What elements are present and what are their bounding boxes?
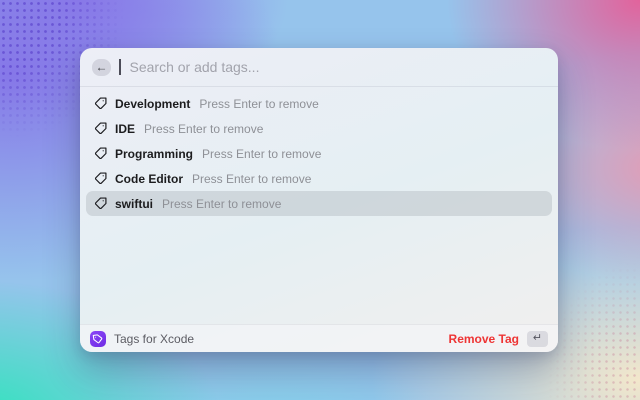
tag-remove-hint: Press Enter to remove	[162, 197, 281, 211]
tag-icon	[94, 147, 107, 160]
tag-row[interactable]: IDE Press Enter to remove	[86, 116, 552, 141]
back-arrow-icon: ←	[96, 61, 108, 73]
tag-remove-hint: Press Enter to remove	[199, 97, 318, 111]
tag-list: Development Press Enter to remove IDE Pr…	[80, 87, 558, 216]
tag-icon	[94, 197, 107, 210]
tag-remove-hint: Press Enter to remove	[202, 147, 321, 161]
tags-command-window: ← Search or add tags... Development Pres…	[80, 48, 558, 352]
tag-row[interactable]: swiftui Press Enter to remove	[86, 191, 552, 216]
tag-row[interactable]: Code Editor Press Enter to remove	[86, 166, 552, 191]
tag-remove-hint: Press Enter to remove	[192, 172, 311, 186]
remove-tag-action[interactable]: Remove Tag ↵	[449, 331, 548, 347]
tag-name: Code Editor	[115, 172, 183, 186]
tag-name: Development	[115, 97, 190, 111]
tag-icon	[94, 97, 107, 110]
app-icon	[90, 331, 106, 347]
back-button[interactable]: ←	[92, 59, 111, 76]
tag-icon	[94, 172, 107, 185]
search-bar[interactable]: ← Search or add tags...	[80, 48, 558, 86]
desktop-wallpaper: ← Search or add tags... Development Pres…	[0, 0, 640, 400]
enter-key-icon: ↵	[527, 331, 548, 347]
tag-name: IDE	[115, 122, 135, 136]
text-caret	[119, 59, 121, 75]
tag-remove-hint: Press Enter to remove	[144, 122, 263, 136]
footer-bar: Tags for Xcode Remove Tag ↵	[80, 324, 558, 352]
search-input-placeholder[interactable]: Search or add tags...	[130, 59, 260, 75]
empty-results-area	[80, 216, 558, 324]
app-name-label: Tags for Xcode	[114, 332, 194, 346]
remove-tag-label: Remove Tag	[449, 332, 519, 346]
tag-name: swiftui	[115, 197, 153, 211]
tag-name: Programming	[115, 147, 193, 161]
tag-icon	[94, 122, 107, 135]
tag-row[interactable]: Programming Press Enter to remove	[86, 141, 552, 166]
tag-row[interactable]: Development Press Enter to remove	[86, 91, 552, 116]
